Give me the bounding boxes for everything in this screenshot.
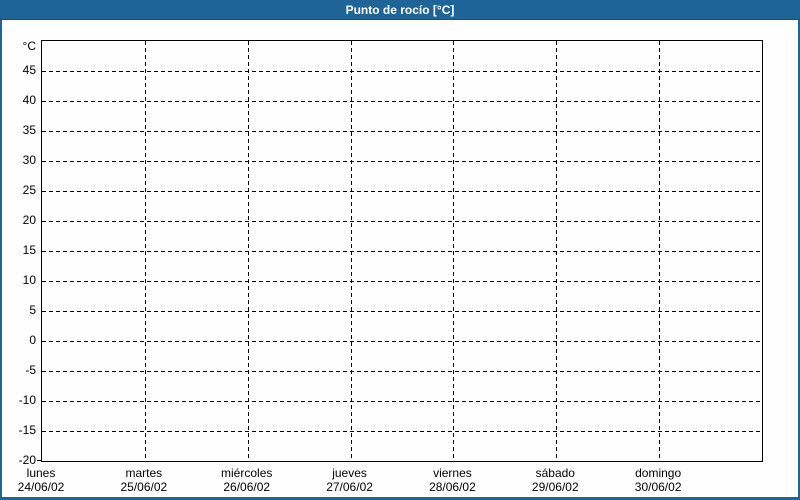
x-tick-viernes: viernes 28/06/02: [397, 466, 507, 494]
y-tick-label-20: 20: [22, 213, 36, 227]
x-tick-date: 29/06/02: [531, 480, 579, 494]
x-tick-dayname: miércoles: [221, 466, 273, 480]
gridline-vertical-day-2: [247, 41, 249, 460]
x-tick-dayname: viernes: [433, 466, 472, 480]
y-tick-label-30: 30: [22, 153, 36, 167]
x-tick-miércoles: miércoles 26/06/02: [192, 466, 302, 494]
y-tick-label-15: 15: [22, 243, 36, 257]
x-tick-dayname: lunes: [26, 466, 56, 480]
x-tick-dayname: martes: [125, 466, 163, 480]
axis-end-tick: [37, 460, 41, 461]
x-tick-dayname: jueves: [332, 466, 367, 480]
x-tick-date: 30/06/02: [634, 480, 682, 494]
gridline-vertical-day-6: [659, 41, 661, 460]
plot-area: [41, 40, 763, 462]
gridline-horizontal-35: [42, 131, 761, 132]
x-tick-date: 28/06/02: [429, 480, 476, 494]
chart-title: Punto de rocío [°C]: [345, 2, 455, 17]
y-tick-label-40: 40: [22, 93, 36, 107]
gridline-horizontal--15: [42, 431, 761, 432]
gridline-horizontal--10: [42, 401, 761, 402]
x-tick-jueves: jueves 27/06/02: [295, 466, 405, 494]
y-tick-label--10: -10: [18, 393, 36, 407]
y-axis-unit-label: °C: [22, 39, 36, 53]
y-tick-label-35: 35: [22, 123, 36, 137]
gridline-horizontal-0: [42, 341, 761, 342]
x-tick-date: 26/06/02: [223, 480, 271, 494]
y-tick-label--15: -15: [18, 423, 36, 437]
y-tick-label-45: 45: [22, 63, 36, 77]
gridline-horizontal-5: [42, 311, 761, 312]
chart-window: Punto de rocío [°C] °C 45 40 35 30 25 20 15 10 5 0…: [0, 0, 800, 500]
x-tick-date: 27/06/02: [326, 480, 373, 494]
gridline-horizontal-10: [42, 281, 761, 282]
chart-title-bar: Punto de rocío [°C]: [0, 0, 800, 20]
x-tick-date: 25/06/02: [120, 480, 168, 494]
gridline-horizontal-40: [42, 101, 761, 102]
gridline-horizontal-25: [42, 191, 761, 192]
y-tick-label-5: 5: [29, 303, 36, 317]
x-tick-lunes: lunes 24/06/02: [0, 466, 96, 494]
gridline-vertical-day-5: [556, 41, 558, 460]
x-tick-date: 24/06/02: [17, 480, 65, 494]
x-tick-dayname: sábado: [535, 466, 575, 480]
gridline-horizontal-15: [42, 251, 761, 252]
y-tick-label-25: 25: [22, 183, 36, 197]
gridline-horizontal-20: [42, 221, 761, 222]
gridline-vertical-day-3: [350, 41, 352, 460]
x-tick-martes: martes 25/06/02: [89, 466, 199, 494]
gridline-horizontal--5: [42, 371, 761, 372]
gridline-vertical-day-4: [453, 41, 455, 460]
y-tick-label-10: 10: [22, 273, 36, 287]
gridline-vertical-day-1: [144, 41, 146, 460]
gridline-horizontal-45: [42, 71, 761, 72]
y-tick-label--5: -5: [25, 363, 36, 377]
x-tick-sábado: sábado 29/06/02: [500, 466, 610, 494]
x-tick-domingo: domingo 30/06/02: [603, 466, 713, 494]
gridline-horizontal-30: [42, 161, 761, 162]
x-tick-dayname: domingo: [635, 466, 682, 480]
y-tick-label-0: 0: [29, 333, 36, 347]
